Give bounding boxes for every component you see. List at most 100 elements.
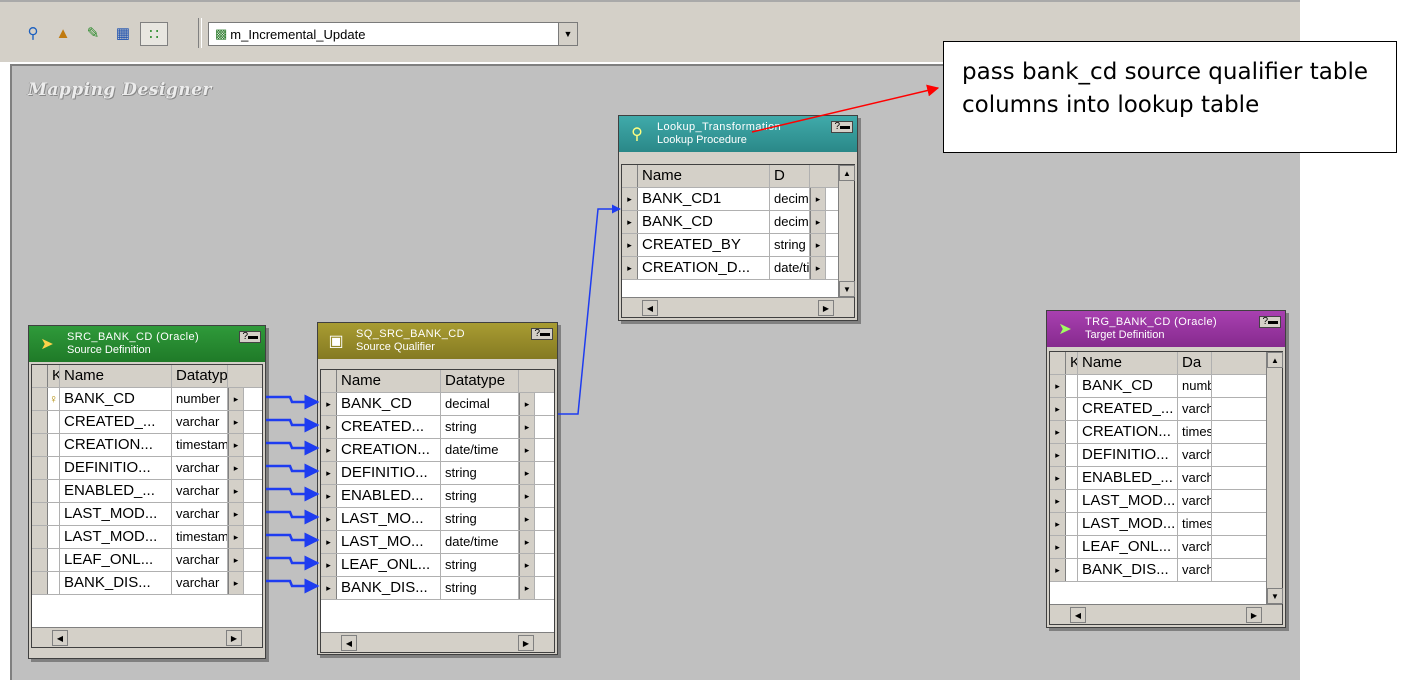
chevron-down-icon[interactable]: ▼ [558,23,577,45]
scroll-left-icon[interactable]: ◀ [341,635,357,651]
scroll-right-icon[interactable]: ▶ [226,630,242,646]
row-selector[interactable]: ▸ [321,554,337,576]
row-selector[interactable]: ▸ [1050,467,1066,489]
scroll-left-icon[interactable]: ◀ [1070,607,1086,623]
table-row[interactable]: ▸ BANK_CDnumber [1050,375,1266,398]
target-node-header[interactable]: ➤ TRG_BANK_CD (Oracle) Target Definition… [1047,311,1285,347]
row-selector[interactable]: ▸ [1050,444,1066,466]
row-selector[interactable] [32,526,48,548]
column-header-type[interactable]: Datatype [441,370,519,392]
target-definition-node[interactable]: ➤ TRG_BANK_CD (Oracle) Target Definition… [1046,310,1286,628]
output-port[interactable]: ▸ [519,462,535,484]
output-port[interactable]: ▸ [519,531,535,553]
row-selector[interactable]: ▸ [1050,421,1066,443]
source-node-header[interactable]: ➤ SRC_BANK_CD (Oracle) Source Definition… [29,326,265,362]
row-selector[interactable]: ▸ [622,234,638,256]
scroll-left-icon[interactable]: ◀ [52,630,68,646]
row-selector[interactable] [32,549,48,571]
row-selector[interactable] [32,457,48,479]
table-row[interactable]: ENABLED_... varchar ▸ [32,480,262,503]
row-selector[interactable] [32,480,48,502]
table-row[interactable]: ▸ LEAF_ONL...varchar [1050,536,1266,559]
output-port[interactable]: ▸ [228,480,244,502]
output-port[interactable]: ▸ [228,526,244,548]
table-row[interactable]: ▸CREATION_D...date/time▸ [622,257,838,280]
column-header-name[interactable]: Name [337,370,441,392]
scroll-up-icon[interactable]: ▲ [839,165,855,181]
qualifier-node-header[interactable]: ▣ SQ_SRC_BANK_CD Source Qualifier ?▬ [318,323,557,359]
table-row[interactable]: BANK_DIS... varchar ▸ [32,572,262,595]
column-header-type[interactable]: D [770,165,810,187]
table-row[interactable]: ▸BANK_CDdecimal▸ [622,211,838,234]
row-selector[interactable]: ▸ [321,485,337,507]
scroll-right-icon[interactable]: ▶ [818,300,834,316]
column-header-key[interactable]: K [1066,352,1078,374]
row-selector[interactable]: ▸ [622,188,638,210]
table-row[interactable]: ▸ CREATION... date/time ▸ [321,439,554,462]
table-row[interactable]: LEAF_ONL... varchar ▸ [32,549,262,572]
output-port[interactable]: ▸ [228,388,244,410]
search-icon[interactable]: ⚲ [22,22,44,44]
scroll-down-icon[interactable]: ▼ [839,281,855,297]
row-selector[interactable]: ▸ [1050,513,1066,535]
output-port[interactable]: ▸ [519,439,535,461]
source-definition-node[interactable]: ➤ SRC_BANK_CD (Oracle) Source Definition… [28,325,266,659]
row-selector[interactable]: ▸ [622,211,638,233]
table-row[interactable]: ▸ CREATION...timestamp [1050,421,1266,444]
column-header-name[interactable]: Name [1078,352,1178,374]
column-header-name[interactable]: Name [60,365,172,387]
scroll-right-icon[interactable]: ▶ [518,635,534,651]
row-selector[interactable] [32,572,48,594]
column-header-type[interactable]: Datatype [172,365,228,387]
row-selector[interactable]: ▸ [1050,490,1066,512]
column-header-key[interactable]: K [48,365,60,387]
minimize-icon[interactable]: ?▬ [239,331,261,343]
table-row[interactable]: ▸BANK_CDdecimal▸ [321,393,554,416]
row-selector[interactable] [32,503,48,525]
output-port[interactable]: ▸ [228,434,244,456]
output-port[interactable]: ▸ [810,211,826,233]
row-selector[interactable] [32,388,48,410]
row-selector[interactable]: ▸ [321,577,337,599]
output-port[interactable]: ▸ [228,503,244,525]
table-row[interactable]: ▸ CREATED_BY string ▸ [622,234,838,257]
source-qualifier-node[interactable]: ▣ SQ_SRC_BANK_CD Source Qualifier ?▬ Nam… [317,322,558,655]
edit-icon[interactable]: ✎ [82,22,104,44]
table-row[interactable]: ▸ LAST_MOD...timestamp [1050,513,1266,536]
output-port[interactable]: ▸ [519,416,535,438]
minimize-icon[interactable]: ?▬ [831,121,853,133]
table-row[interactable]: ♀ BANK_CD number ▸ [32,388,262,411]
horizontal-scrollbar[interactable]: ◀ ▶ [321,632,554,652]
lookup-node-header[interactable]: ⚲ Lookup_Transformation Lookup Procedure… [619,116,857,152]
arrange-icon[interactable]: ▲ [52,22,74,44]
table-row[interactable]: DEFINITIO... varchar ▸ [32,457,262,480]
table-icon[interactable]: ▦ [112,22,134,44]
row-selector[interactable]: ▸ [321,393,337,415]
table-row[interactable]: ▸ LAST_MO... date/time ▸ [321,531,554,554]
mapping-select[interactable]: ▩ m_Incremental_Update ▼ [208,22,578,46]
output-port[interactable]: ▸ [810,257,826,279]
output-port[interactable]: ▸ [228,411,244,433]
row-selector[interactable]: ▸ [321,439,337,461]
horizontal-scrollbar[interactable]: ◀ ▶ [32,627,262,647]
table-row[interactable]: ▸BANK_CD1decimal▸ [622,188,838,211]
row-selector[interactable]: ▸ [1050,375,1066,397]
table-row[interactable]: ▸ DEFINITIO... string ▸ [321,462,554,485]
output-port[interactable]: ▸ [228,549,244,571]
table-row[interactable]: ▸ BANK_DIS...varchar [1050,559,1266,582]
table-row[interactable]: ▸ CREATED_...varchar [1050,398,1266,421]
output-port[interactable]: ▸ [810,188,826,210]
table-row[interactable]: ▸ LAST_MOD...varchar [1050,490,1266,513]
row-selector[interactable]: ▸ [1050,559,1066,581]
table-row[interactable]: ▸ CREATED... string ▸ [321,416,554,439]
minimize-icon[interactable]: ?▬ [1259,316,1281,328]
link-icon[interactable]: ∷ [140,22,168,46]
vertical-scrollbar[interactable]: ▲ ▼ [838,165,855,297]
output-port[interactable]: ▸ [519,577,535,599]
output-port[interactable]: ▸ [228,572,244,594]
scroll-right-icon[interactable]: ▶ [1246,607,1262,623]
output-port[interactable]: ▸ [810,234,826,256]
lookup-transformation-node[interactable]: ⚲ Lookup_Transformation Lookup Procedure… [618,115,858,321]
row-selector[interactable] [32,434,48,456]
row-selector[interactable] [32,411,48,433]
